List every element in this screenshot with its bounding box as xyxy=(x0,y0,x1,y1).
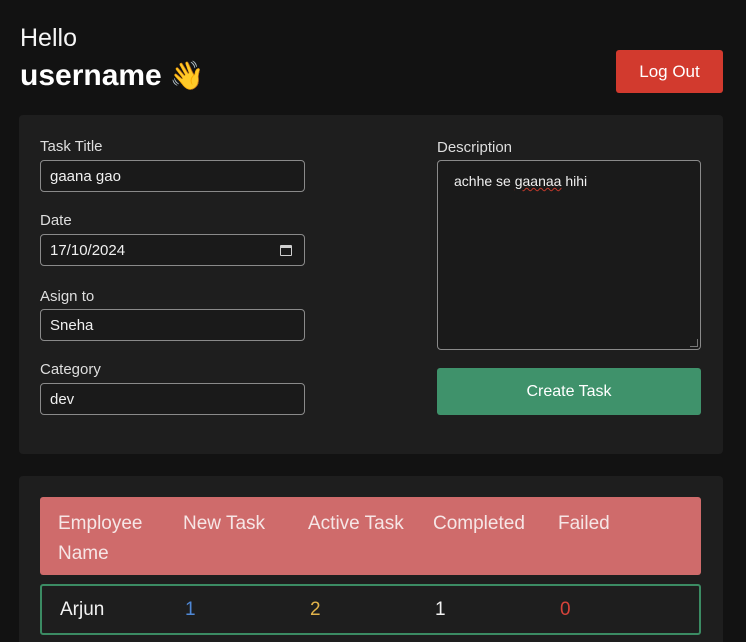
username-row: username 👋 xyxy=(20,58,205,94)
table-header-row: Employee Name New Task Active Task Compl… xyxy=(40,497,701,575)
calendar-icon[interactable] xyxy=(280,245,292,256)
task-title-input[interactable]: gaana gao xyxy=(40,160,305,192)
description-label: Description xyxy=(437,139,513,156)
header-failed: Failed xyxy=(558,513,610,534)
cell-employee-name: Arjun xyxy=(60,599,105,620)
header-new-task: New Task xyxy=(183,513,266,534)
cell-new-task: 1 xyxy=(185,599,196,620)
header-active-task: Active Task xyxy=(308,513,404,534)
task-title-value: gaana gao xyxy=(50,167,121,185)
greeting-header: Hello username 👋 xyxy=(20,24,205,94)
assign-value: Sneha xyxy=(50,316,94,334)
description-word: hihi xyxy=(565,173,588,189)
header-employee-name: Employee Name xyxy=(58,509,143,569)
wave-icon: 👋 xyxy=(169,60,205,91)
cell-active-task: 2 xyxy=(310,599,321,620)
employee-task-table: Employee Name New Task Active Task Compl… xyxy=(19,476,723,642)
category-input[interactable]: dev xyxy=(40,383,305,415)
description-word: se xyxy=(496,173,511,189)
date-label: Date xyxy=(40,212,72,229)
date-input[interactable]: 17/10/2024 xyxy=(40,234,305,266)
create-task-button[interactable]: Create Task xyxy=(437,368,701,415)
description-textarea[interactable]: achhe se gaanaa hihi xyxy=(437,160,701,350)
cell-completed: 1 xyxy=(435,599,446,620)
resize-handle-icon[interactable] xyxy=(690,339,698,347)
logout-button[interactable]: Log Out xyxy=(616,50,723,93)
date-value: 17/10/2024 xyxy=(50,241,126,259)
description-word-misspelled: gaanaa xyxy=(514,173,562,189)
table-row: Arjun 1 2 1 0 xyxy=(40,584,701,635)
header-employee-name-line1: Employee xyxy=(58,513,143,534)
greeting-text: Hello xyxy=(20,24,77,52)
category-value: dev xyxy=(50,390,75,408)
task-title-label: Task Title xyxy=(40,138,103,155)
assign-input[interactable]: Sneha xyxy=(40,309,305,341)
category-label: Category xyxy=(40,361,101,378)
header-employee-name-line2: Name xyxy=(58,543,109,564)
create-task-form: Task Title gaana gao Date 17/10/2024 Asi… xyxy=(19,115,723,454)
description-word: achhe xyxy=(454,173,493,189)
header-completed: Completed xyxy=(433,513,525,534)
username-text: username xyxy=(20,59,162,92)
cell-failed: 0 xyxy=(560,599,571,620)
assign-label: Asign to xyxy=(40,288,95,305)
